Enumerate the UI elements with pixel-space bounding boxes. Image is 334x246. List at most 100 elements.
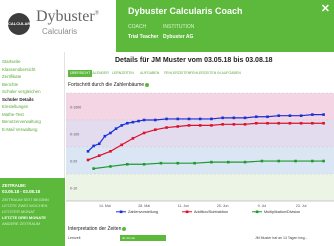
period-box: ZEITRAUM: 03.05.18 - 03.08.18 ZEITRAUM S…	[0, 178, 65, 246]
sidebar-item-5[interactable]: Schüler Details	[2, 97, 34, 102]
series-0-point-14	[187, 117, 191, 121]
learning-time-value: 4h 44 min	[122, 236, 136, 240]
series-0-point-23	[288, 114, 292, 117]
series-1-point-2	[109, 150, 112, 153]
series-0-point-13	[176, 117, 180, 121]
series-1-point-8	[176, 125, 180, 128]
series-0-point-25	[311, 113, 314, 116]
series-0-point-21	[266, 115, 269, 119]
series-0-point-6	[120, 124, 123, 127]
chart-band-label-0: 0-1000	[70, 106, 81, 110]
series-2-point-7	[210, 160, 213, 164]
tab-2[interactable]: LERNZEITEN	[110, 70, 136, 77]
chart-band-1	[66, 120, 334, 147]
period-title: ZEITRAUM:	[2, 183, 27, 188]
series-0-point-9	[137, 119, 140, 123]
legend-label-1: Addition/Subtraktion	[194, 210, 228, 214]
series-0-point-0	[86, 150, 90, 153]
sidebar: Startseite Klassenübersicht Zertifikate Ber…	[0, 52, 65, 246]
series-0-point-10	[142, 118, 146, 122]
sidebar-item-7[interactable]: Mathe-Test	[2, 112, 24, 117]
learning-time-note: JM Muster hat an 14 Tagen insg...	[255, 236, 308, 240]
series-2-point-10	[260, 159, 264, 163]
legend-marker-2	[255, 210, 259, 214]
registered-mark: ®	[94, 10, 100, 17]
close-icon[interactable]: ✕	[321, 2, 330, 15]
series-1-point-0	[86, 158, 90, 162]
tab-1[interactable]: KALENDER	[88, 70, 111, 77]
chart-x-tick-2: 11. Jun	[178, 204, 190, 208]
series-0-point-17	[221, 116, 224, 120]
coach-label: COACH	[128, 24, 147, 30]
tab-3[interactable]: AUFGABEN	[138, 70, 161, 77]
calcularis-logo-icon: CALCULARIS	[8, 13, 34, 35]
series-0-point-12	[165, 117, 168, 121]
series-1-point-16	[266, 121, 269, 125]
info-icon[interactable]	[122, 226, 127, 231]
chart-x-tick-3: 25. Jun	[217, 204, 229, 208]
series-1-point-21	[322, 121, 325, 125]
institution-label: INSTITUTION	[163, 24, 195, 30]
series-0-point-1	[92, 144, 95, 148]
series-1-point-6	[154, 128, 157, 132]
series-1-point-7	[165, 126, 168, 129]
series-1-point-10	[198, 124, 202, 127]
brand-name-text: Dybuster	[36, 8, 95, 25]
series-0-point-8	[131, 120, 135, 124]
tab-5[interactable]: FEHLERZEITEN IN AUFGABEN	[188, 70, 243, 77]
app-title: Dybuster Calcularis Coach	[128, 6, 243, 16]
chart-x-tick-0: 14. Mai	[99, 204, 111, 208]
series-1-point-15	[254, 121, 258, 125]
series-0-point-16	[210, 117, 213, 121]
series-1-point-4	[131, 137, 135, 140]
learning-time-bar: 4h 44 min	[120, 235, 166, 241]
period-option-4[interactable]: ANDERE ZEITRAUM	[2, 221, 40, 226]
series-2-point-9	[243, 160, 247, 164]
series-1-point-19	[299, 121, 303, 125]
brand-name: Dybuster®	[36, 8, 99, 26]
sidebar-item-3[interactable]: Berichte	[2, 82, 18, 87]
series-0-point-3	[103, 134, 107, 138]
sidebar-item-8[interactable]: Benutzerverwaltung	[2, 119, 41, 124]
chart-band-label-2: 0-20	[70, 160, 77, 164]
brand-sub: Calcularis	[42, 27, 78, 36]
progress-section-title-text: Fortschritt durch die Zahlenbäume	[68, 82, 145, 88]
series-0-point-4	[109, 131, 112, 135]
legend-marker-0	[119, 210, 123, 214]
series-0-point-19	[243, 116, 247, 120]
period-option-3[interactable]: LETZTE DREI MONATE	[2, 215, 46, 220]
sidebar-item-9[interactable]: E-Mail Verwaltung	[2, 127, 37, 132]
progress-chart: 0-1000 0-100 0-20 0-10 14. Mai 28. Mai 11. Jun…	[66, 92, 334, 214]
period-range: 03.05.18 - 03.08.18	[2, 189, 41, 194]
sidebar-item-0[interactable]: Startseite	[2, 59, 21, 64]
chart-x-tick-1: 28. Mai	[138, 204, 150, 208]
series-2-point-3	[142, 162, 146, 166]
info-icon[interactable]	[145, 82, 150, 87]
series-0-point-5	[114, 127, 118, 130]
sidebar-item-4[interactable]: Schüler vergleichen	[2, 89, 41, 94]
series-1-point-3	[120, 143, 123, 147]
period-option-2[interactable]: LETZTER MONAT	[2, 209, 35, 214]
series-1-point-18	[288, 121, 292, 125]
series-1-point-13	[232, 123, 236, 126]
chart-band-3	[66, 174, 334, 201]
series-1-point-1	[97, 154, 101, 157]
series-2-point-1	[109, 165, 112, 168]
sidebar-item-6[interactable]: Einstellungen	[2, 104, 28, 109]
series-0-point-11	[154, 118, 157, 122]
series-0-point-7	[125, 121, 129, 125]
legend-marker-1	[185, 210, 189, 214]
sidebar-item-2[interactable]: Zertifikate	[2, 74, 21, 79]
sidebar-item-1[interactable]: Klassenübersicht	[2, 67, 35, 72]
period-option-1[interactable]: LETZTE ZWEI WOCHEN	[2, 203, 47, 208]
period-option-0[interactable]: ZEITRAUM SEIT BEGINN	[2, 197, 49, 202]
series-2-point-11	[277, 159, 281, 163]
series-2-point-2	[125, 162, 129, 166]
series-0-point-15	[198, 117, 202, 121]
chart-band-label-1: 0-100	[70, 133, 79, 137]
legend-label-2: Multiplikation/Division	[264, 210, 300, 214]
logo-area[interactable]: CALCULARIS Dybuster® Calcularis	[0, 0, 116, 52]
series-1-point-11	[210, 124, 213, 127]
series-2-point-14	[322, 159, 325, 163]
series-2-point-8	[226, 160, 230, 164]
